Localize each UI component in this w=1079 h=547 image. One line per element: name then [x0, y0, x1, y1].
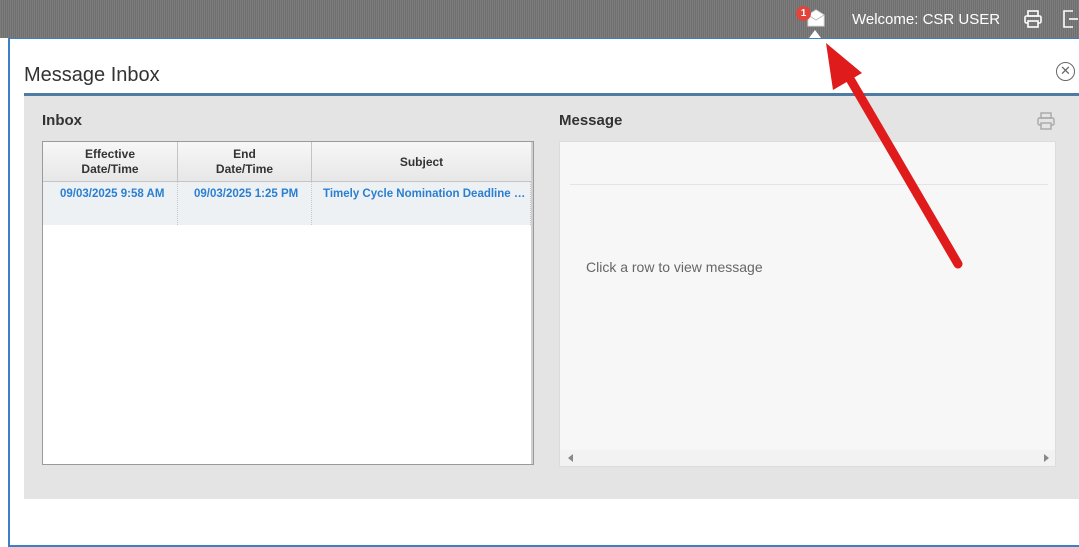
cell-subject: Timely Cycle Nomination Deadline Ext...: [312, 182, 531, 225]
scroll-left-icon[interactable]: [568, 454, 573, 462]
message-divider: [570, 184, 1048, 185]
message-section-title: Message: [559, 112, 623, 129]
dropdown-caret-icon: [809, 30, 821, 38]
column-header-label: Effective: [84, 147, 135, 161]
dialog-title: Message Inbox: [24, 64, 160, 86]
scroll-right-icon[interactable]: [1044, 454, 1049, 462]
table-row[interactable]: 09/03/2025 9:58 AM 09/03/2025 1:25 PM Ti…: [43, 182, 531, 225]
cell-end: 09/03/2025 1:25 PM: [178, 182, 312, 225]
column-header-subject[interactable]: Subject: [312, 142, 532, 182]
printer-icon[interactable]: [1036, 112, 1056, 130]
column-header-label: Subject: [399, 154, 444, 169]
column-header-end[interactable]: End Date/Time: [178, 142, 312, 182]
printer-icon[interactable]: [1023, 10, 1043, 28]
welcome-text: Welcome: CSR USER: [852, 11, 1001, 28]
horizontal-scrollbar[interactable]: [560, 450, 1055, 466]
message-count-badge: 1: [796, 6, 811, 21]
column-header-label: Date/Time: [81, 162, 139, 176]
close-circle-icon[interactable]: ✕: [1056, 62, 1075, 81]
screen: 1 Welcome: CSR USER Message Inbox ✕ Inbo…: [0, 0, 1079, 547]
top-bar: 1 Welcome: CSR USER: [0, 0, 1079, 38]
column-header-effective[interactable]: Effective Date/Time: [43, 142, 178, 182]
inbox-grid: Effective Date/Time End Date/Time Subject …: [42, 141, 534, 465]
grid-header: Effective Date/Time End Date/Time Subject: [43, 142, 533, 182]
cell-effective: 09/03/2025 9:58 AM: [43, 182, 178, 225]
column-header-label: End: [233, 147, 256, 161]
message-placeholder: Click a row to view message: [586, 259, 763, 275]
message-viewer: Click a row to view message: [559, 141, 1056, 467]
inbox-section-title: Inbox: [42, 112, 82, 129]
logout-icon[interactable]: [1061, 9, 1079, 29]
vertical-scrollbar[interactable]: [531, 142, 533, 464]
column-header-label: Date/Time: [215, 162, 274, 176]
